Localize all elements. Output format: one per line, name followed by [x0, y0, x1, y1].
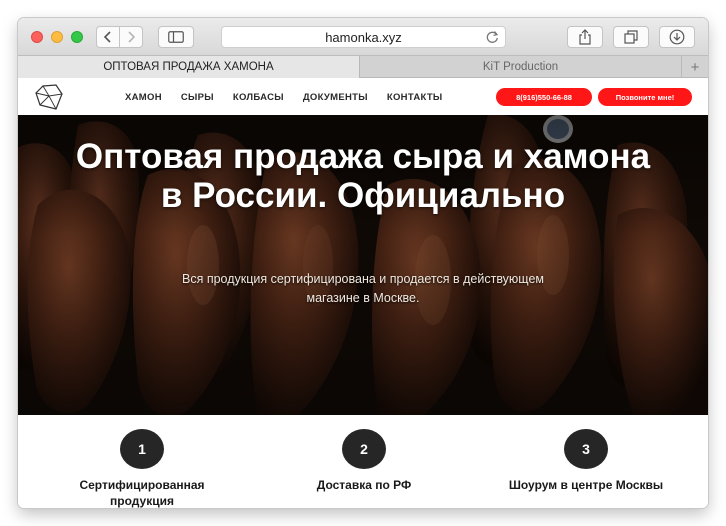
tab-active[interactable]: ОПТОВАЯ ПРОДАЖА ХАМОНА	[18, 56, 360, 78]
download-icon	[669, 29, 685, 45]
forward-button[interactable]	[119, 26, 143, 48]
hero-subtitle-line-1: Вся продукция сертифицирована и продаетс…	[181, 272, 544, 286]
zoom-window-button[interactable]	[71, 31, 83, 43]
hero-subtitle-line-2: магазине в Москве.	[306, 291, 420, 305]
feature-label-line-2: продукция	[110, 494, 174, 508]
tab-kit-production[interactable]: KiT Production	[360, 56, 682, 78]
hero-title: Оптовая продажа сыра и хамона в России. …	[18, 137, 708, 215]
menu-item-documents[interactable]: ДОКУМЕНТЫ	[303, 92, 368, 103]
feature-label: Шоурум в центре Москвы	[508, 478, 664, 492]
share-button[interactable]	[567, 26, 603, 48]
minimize-window-button[interactable]	[51, 31, 63, 43]
new-tab-button[interactable]: +	[682, 56, 708, 78]
show-tabs-button[interactable]	[613, 26, 649, 48]
main-menu: ХАМОН СЫРЫ КОЛБАСЫ ДОКУМЕНТЫ КОНТАКТЫ	[125, 79, 462, 115]
back-button[interactable]	[96, 26, 120, 48]
menu-item-contacts[interactable]: КОНТАКТЫ	[387, 92, 443, 103]
tabs-overview-icon	[624, 30, 638, 44]
tab-bar: ОПТОВАЯ ПРОДАЖА ХАМОНА KiT Production +	[18, 56, 708, 78]
feature-number-badge: 1	[120, 429, 164, 469]
hero-subtitle: Вся продукция сертифицирована и продаетс…	[168, 270, 558, 308]
address-bar[interactable]: hamonka.xyz	[221, 26, 506, 48]
browser-window: hamonka.xyz ОПТОВАЯ ПРОДАЖА ХАМОНА KiT P…	[18, 18, 708, 508]
share-icon	[579, 29, 591, 45]
chevron-left-icon	[103, 31, 111, 43]
feature-number-badge: 2	[342, 429, 386, 469]
close-window-button[interactable]	[31, 31, 43, 43]
phone-button[interactable]: 8(916)550-66-88	[496, 88, 592, 106]
site-header: ХАМОН СЫРЫ КОЛБАСЫ ДОКУМЕНТЫ КОНТАКТЫ 8(…	[18, 79, 708, 115]
logo-icon[interactable]	[34, 83, 64, 111]
features-section: 1 Сертифицированная продукция 2 Доставка…	[18, 415, 708, 508]
hero-section: Оптовая продажа сыра и хамона в России. …	[18, 115, 708, 415]
browser-toolbar: hamonka.xyz	[18, 18, 708, 56]
reload-icon[interactable]	[486, 30, 499, 47]
feature-label: Доставка по РФ	[316, 478, 412, 492]
url-text: hamonka.xyz	[325, 29, 402, 45]
hero-title-line-1: Оптовая продажа сыра и хамона	[75, 137, 651, 176]
menu-item-cheese[interactable]: СЫРЫ	[181, 92, 214, 103]
feature-number-badge: 3	[564, 429, 608, 469]
downloads-button[interactable]	[659, 26, 695, 48]
callback-button[interactable]: Позвоните мне!	[598, 88, 692, 106]
feature-label-line-1: Сертифицированная	[79, 478, 205, 492]
menu-item-sausage[interactable]: КОЛБАСЫ	[233, 92, 284, 103]
menu-item-hamon[interactable]: ХАМОН	[125, 92, 162, 103]
chevron-right-icon	[128, 31, 136, 43]
feature-label: Сертифицированная продукция	[32, 477, 252, 508]
sidebar-icon	[168, 31, 184, 43]
sidebar-toggle-button[interactable]	[158, 26, 194, 48]
hero-title-line-2: в России. Официально	[160, 176, 566, 215]
